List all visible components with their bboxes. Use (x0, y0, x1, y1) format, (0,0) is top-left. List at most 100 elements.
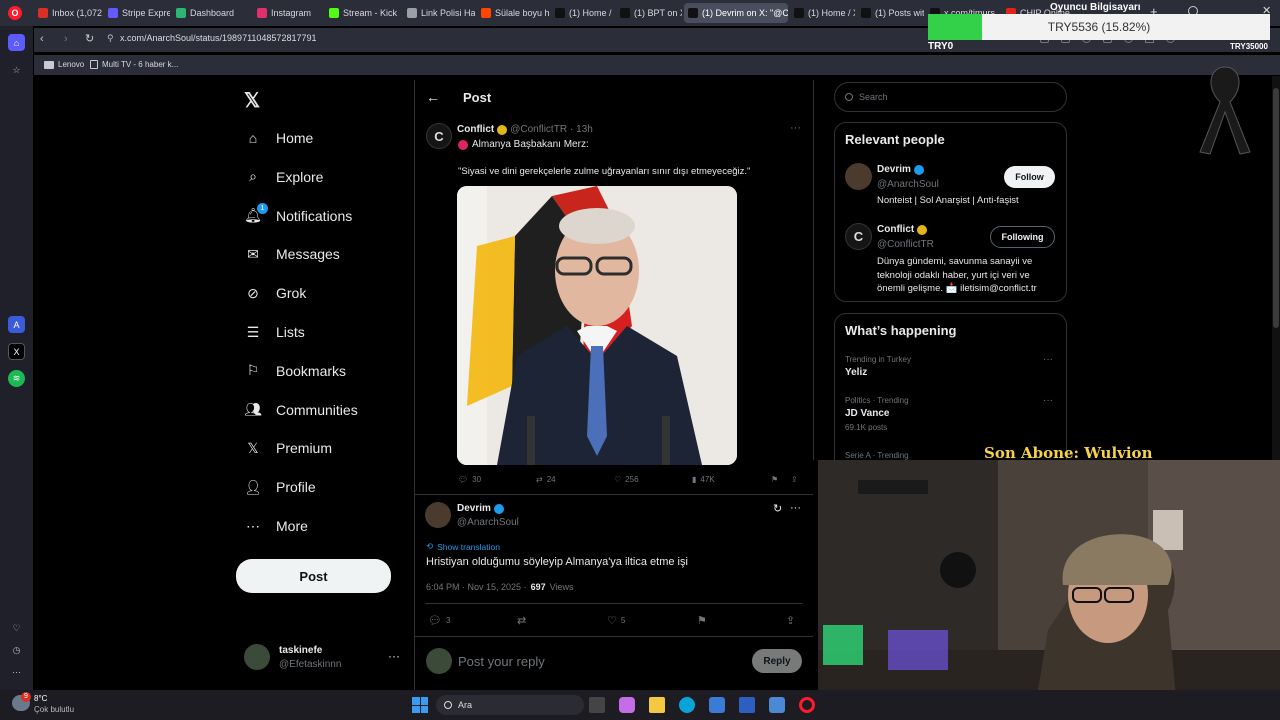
more-sidebar-icon[interactable]: ⋯ (8, 664, 25, 681)
person-handle[interactable]: @ConflictTR (877, 239, 934, 250)
home-sidebar-icon[interactable]: ⌂ (8, 34, 25, 51)
edge-icon[interactable] (679, 697, 695, 713)
heart-icon: ♡ (607, 615, 617, 627)
spotify-sidebar-icon[interactable]: ≋ (8, 370, 25, 387)
windows-start-icon[interactable] (412, 697, 428, 713)
conflict-avatar[interactable]: C (426, 123, 452, 149)
search-box[interactable]: Search (834, 82, 1067, 112)
sidebar-item-explore[interactable]: ⌕ Explore (244, 165, 323, 189)
aria-sidebar-icon[interactable]: A (8, 316, 25, 333)
repost-button[interactable]: ⇄ (517, 614, 526, 627)
copilot-icon[interactable] (619, 697, 635, 713)
sidebar-item-lists[interactable]: ☰ Lists (244, 320, 305, 344)
person-handle[interactable]: @AnarchSoul (877, 179, 939, 190)
reply-input[interactable]: Post your reply (458, 654, 545, 669)
sidebar-item-more[interactable]: ⋯ More (244, 514, 308, 538)
avatar[interactable] (845, 163, 872, 190)
x-icon (861, 8, 871, 18)
x-logo-icon[interactable]: 𝕏 (244, 88, 260, 113)
devrim-avatar[interactable] (425, 502, 451, 528)
browser-tab[interactable]: (1) BPT on X: (616, 3, 682, 23)
browser-tab[interactable]: Inbox (1,072) (34, 3, 102, 23)
opera-taskbar-icon[interactable] (799, 697, 815, 713)
reload-icon[interactable]: ↻ (85, 32, 94, 45)
post-more-icon[interactable]: ··· (790, 122, 801, 134)
author-handle[interactable]: @AnarchSoul (457, 517, 519, 528)
bookmark-icon[interactable]: ⚑ (697, 614, 707, 627)
sidebar-item-notifications[interactable]: 🔔︎ 1 Notifications (244, 202, 353, 228)
weather-temp[interactable]: 8°C (34, 694, 47, 703)
trend-name[interactable]: JD Vance (845, 408, 889, 419)
browser-tab[interactable]: Dashboard (172, 3, 250, 23)
bookmark-icon[interactable]: ⚑ (771, 475, 778, 484)
search-input[interactable]: Search (859, 92, 888, 102)
share-icon[interactable]: ⇪ (791, 475, 798, 484)
reply-button[interactable]: Reply (752, 649, 802, 673)
browser-tab[interactable]: Link Polisi Hal (403, 3, 475, 23)
opera-logo-icon[interactable]: O (8, 6, 22, 20)
like-count[interactable]: ♡ 256 (614, 475, 639, 484)
repost-count[interactable]: ⇄ 24 (536, 475, 556, 484)
person-name[interactable]: Conflict (877, 224, 928, 235)
dashboard-icon (176, 8, 186, 18)
share-icon[interactable]: ⇪ (786, 614, 795, 627)
post-more-icon[interactable]: ··· (790, 502, 801, 514)
star-sidebar-icon[interactable]: ☆ (8, 62, 25, 79)
lenovo-vantage-icon[interactable] (739, 697, 755, 713)
sidebar-item-communities[interactable]: 👥︎ Communities (244, 398, 358, 422)
mail-app-icon[interactable] (769, 697, 785, 713)
sidebar-item-messages[interactable]: ✉ Messages (244, 242, 340, 266)
browser-tab[interactable]: Sülale boyu h (477, 3, 549, 23)
browser-tab[interactable]: Stream - Kick (325, 3, 399, 23)
store-icon[interactable] (709, 697, 725, 713)
post-date[interactable]: 6:04 PM · Nov 15, 2025 · (426, 582, 527, 592)
browser-tab[interactable]: (1) Devrim on X: "@Co (684, 3, 788, 23)
post-image[interactable] (457, 186, 737, 465)
follow-button[interactable]: Follow (1004, 166, 1055, 188)
trend-name[interactable]: Yeliz (845, 367, 867, 378)
browser-tab[interactable]: Stripe Express (104, 3, 170, 23)
trend-more-icon[interactable]: ··· (1043, 395, 1053, 406)
reply-count[interactable]: 💬︎ 30 (458, 475, 481, 484)
browser-tab[interactable]: (1) Home / X (790, 3, 855, 23)
like-count[interactable]: ♡ 5 (607, 614, 625, 627)
file-explorer-icon[interactable] (649, 697, 665, 713)
sidebar-item-profile[interactable]: 👤︎ Profile (244, 475, 316, 499)
browser-tab[interactable]: (1) Home / X (551, 3, 614, 23)
author-name[interactable]: Conflict (457, 124, 494, 135)
post-button[interactable]: Post (236, 559, 391, 593)
author-name[interactable]: Devrim (457, 503, 491, 514)
account-more-icon[interactable]: ··· (388, 649, 400, 663)
author-handle[interactable]: @ConflictTR (510, 124, 567, 135)
history-sidebar-icon[interactable]: ◷ (8, 642, 25, 659)
bookmark-lenovo[interactable]: Lenovo (44, 60, 84, 69)
sidebar-item-premium[interactable]: 𝕏 Premium (244, 436, 332, 460)
task-view-icon[interactable] (589, 697, 605, 713)
x-sidebar-icon[interactable]: X (8, 343, 25, 360)
avatar[interactable] (244, 644, 270, 670)
sidebar-item-bookmarks[interactable]: ⚐ Bookmarks (244, 359, 346, 383)
view-count[interactable]: ▮ 47K (692, 475, 715, 484)
following-button[interactable]: Following (990, 226, 1055, 248)
browser-tab[interactable]: Instagram (253, 3, 323, 23)
url-field[interactable]: x.com/AnarchSoul/status/1989711048572817… (120, 33, 316, 43)
trend-more-icon[interactable]: ··· (1043, 354, 1053, 365)
conflict-avatar[interactable]: C (845, 223, 872, 250)
forward-icon[interactable]: › (64, 33, 68, 45)
scrollbar-thumb[interactable] (1273, 88, 1279, 328)
post-time[interactable]: · 13h (570, 124, 593, 135)
reply-count[interactable]: 💬︎ 3 (428, 614, 450, 627)
show-translation-link[interactable]: ⟲ Show translation (426, 541, 500, 552)
sidebar-item-home[interactable]: ⌂ Home (244, 126, 314, 150)
sidebar-item-label: Notifications (276, 207, 353, 224)
sidebar-item-grok[interactable]: ⊘ Grok (244, 281, 306, 305)
browser-tab[interactable]: (1) Posts with (857, 3, 924, 23)
taskbar-search[interactable]: Ara (436, 695, 584, 715)
site-info-icon[interactable]: ⚲ (107, 33, 114, 44)
back-icon[interactable]: ‹ (40, 33, 44, 45)
grok-explain-icon[interactable]: ↻ (773, 502, 782, 515)
heart-sidebar-icon[interactable]: ♡ (8, 620, 25, 637)
back-arrow-icon[interactable]: ← (426, 89, 440, 105)
bookmark-multitv[interactable]: Multi TV - 6 haber k... (90, 60, 178, 69)
person-name[interactable]: Devrim (877, 164, 924, 175)
